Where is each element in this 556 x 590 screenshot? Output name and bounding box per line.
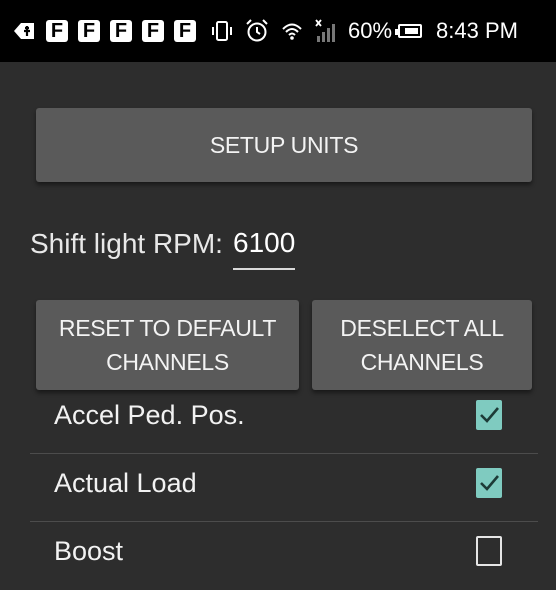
battery-percent: 60%: [348, 18, 393, 43]
signal-icon: [314, 18, 338, 44]
alarm-icon: [244, 18, 270, 44]
channel-label: Accel Ped. Pos.: [54, 400, 245, 430]
check-icon: [480, 407, 499, 423]
setup-units-button[interactable]: SETUP UNITS: [36, 108, 532, 182]
channel-checkbox[interactable]: [476, 400, 502, 430]
channel-label: Boost: [54, 536, 124, 566]
battery-icon: [395, 24, 423, 38]
channel-row[interactable]: Actual Load: [30, 454, 538, 522]
back-icon: [12, 20, 36, 42]
notification-icon: F: [46, 20, 68, 42]
channel-label: Actual Load: [54, 468, 197, 498]
reset-default-channels-button[interactable]: RESET TO DEFAULT CHANNELS: [36, 300, 299, 390]
vibrate-icon: [210, 19, 234, 43]
notification-icon: F: [78, 20, 100, 42]
channel-checkbox[interactable]: [476, 468, 502, 498]
channel-row[interactable]: Boost: [30, 522, 538, 590]
wifi-icon: [280, 19, 304, 43]
check-icon: [480, 475, 499, 491]
shift-light-label: Shift light RPM:: [30, 228, 223, 259]
notification-icon: F: [142, 20, 164, 42]
notification-icon: F: [110, 20, 132, 42]
clock: 8:43 PM: [436, 18, 518, 43]
shift-light-rpm-input[interactable]: 6100: [233, 224, 295, 270]
deselect-all-channels-button[interactable]: DESELECT ALL CHANNELS: [312, 300, 532, 390]
status-bar: F F F F F 60% 8:43 PM: [0, 0, 556, 62]
channel-row[interactable]: Accel Ped. Pos.: [30, 386, 538, 454]
notification-icon: F: [174, 20, 196, 42]
channel-checkbox[interactable]: [476, 536, 502, 566]
